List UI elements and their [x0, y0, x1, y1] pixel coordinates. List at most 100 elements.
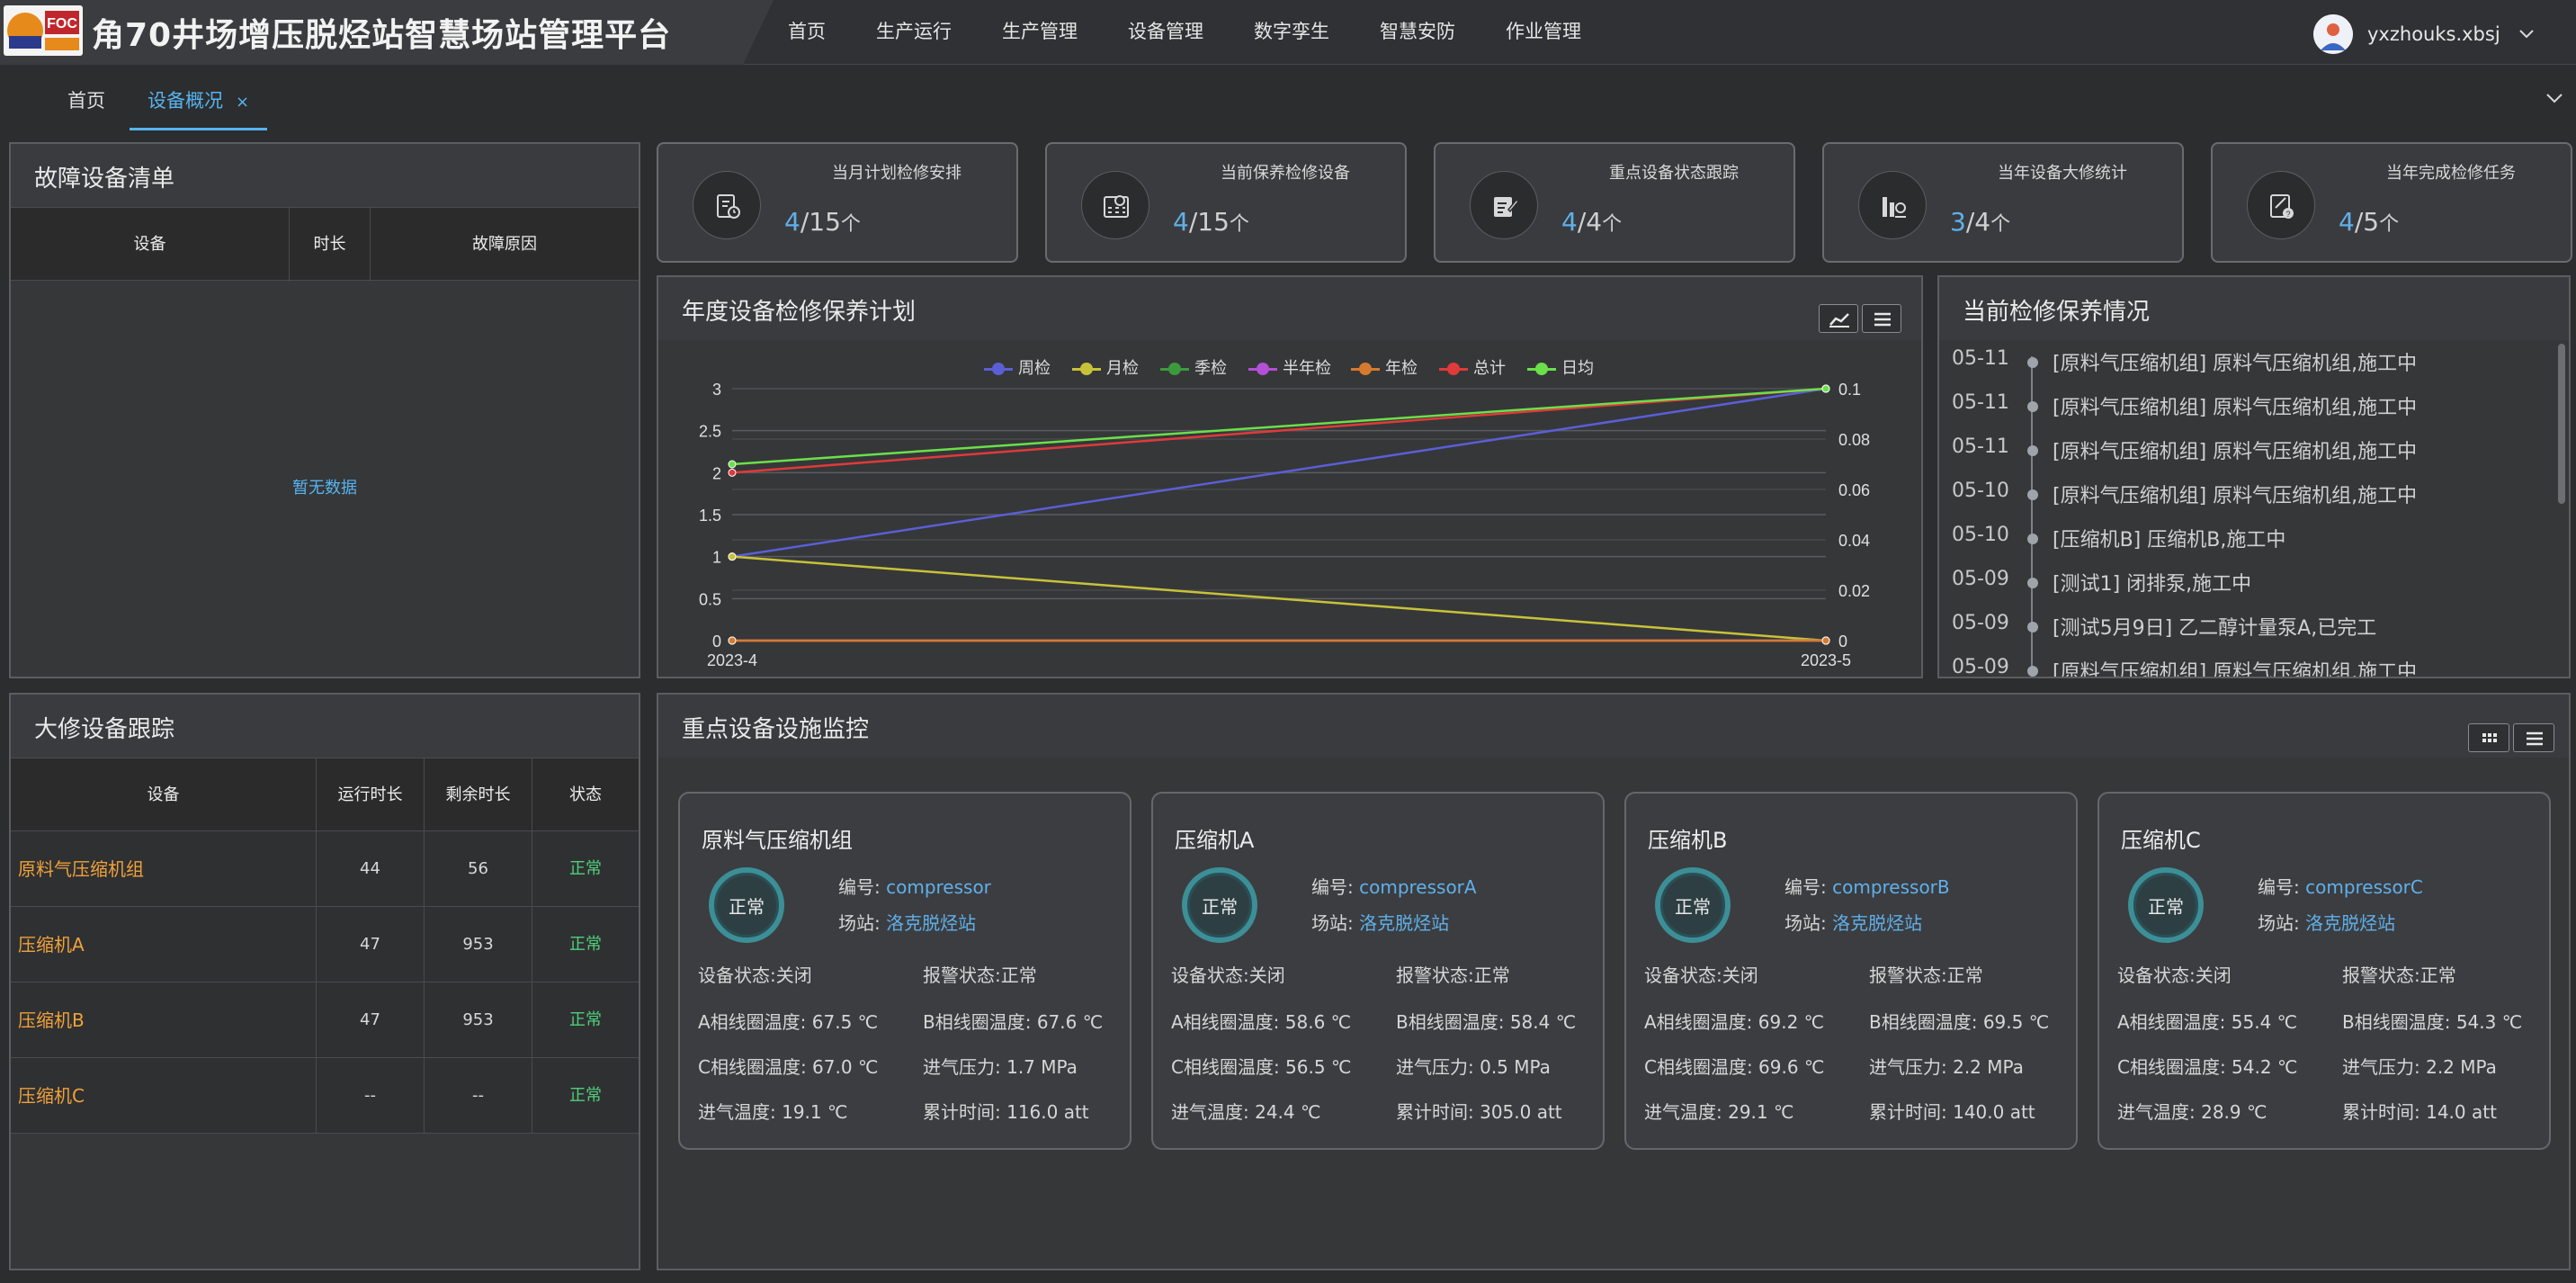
device-metric: 进气压力: 2.2 MPa: [1869, 1056, 2024, 1078]
table-row[interactable]: 压缩机B 47 953 正常: [11, 982, 639, 1058]
nav-smart-security[interactable]: 智慧安防: [1380, 0, 1455, 65]
column-header[interactable]: 状态: [532, 758, 639, 832]
device-site: 场站: 洛克脱烃站: [1311, 912, 1450, 934]
device-metric: A相线圈温度: 55.4 ℃: [2117, 1011, 2298, 1033]
panel-title: 大修设备跟踪: [34, 716, 175, 743]
device-metric: 报警状态:正常: [1396, 964, 1510, 986]
fault-equipment-panel: 故障设备清单 设备 时长 故障原因 暂无数据: [9, 142, 640, 678]
device-metric: 进气温度: 29.1 ℃: [1644, 1101, 1794, 1123]
close-icon[interactable]: ×: [236, 93, 249, 112]
stat-label: 当月计划检修安排: [832, 164, 962, 183]
stat-label: 当年完成检修任务: [2386, 164, 2516, 183]
device-name: 压缩机C: [2121, 828, 2201, 853]
y-tick-label-left: 0.5: [699, 590, 721, 608]
nav-production-ops[interactable]: 生产运行: [876, 0, 952, 65]
equipment-name[interactable]: 压缩机C: [11, 1058, 317, 1134]
column-header[interactable]: 故障原因: [371, 208, 639, 282]
stat-card-monthly-plan[interactable]: 当月计划检修安排 4/15个: [657, 142, 1018, 263]
device-metric: 累计时间: 14.0 att: [2342, 1101, 2497, 1123]
nav-equipment-mgmt[interactable]: 设备管理: [1128, 0, 1203, 65]
nav-operations[interactable]: 作业管理: [1506, 0, 1581, 65]
device-metric: 设备状态:关闭: [1644, 964, 1758, 986]
nav-home[interactable]: 首页: [788, 0, 826, 65]
device-card[interactable]: 压缩机B 正常 编号: compressorB 场站: 洛克脱烃站 设备状态:关闭 报警状…: [1624, 792, 2078, 1150]
device-metric: C相线圈温度: 69.6 ℃: [1644, 1056, 1825, 1078]
column-header[interactable]: 剩余时长: [425, 758, 532, 832]
avatar[interactable]: [2313, 14, 2353, 54]
device-metric: 累计时间: 305.0 att: [1396, 1101, 1562, 1123]
scrollbar-thumb[interactable]: [2558, 344, 2565, 504]
device-metric: 报警状态:正常: [1869, 964, 1983, 986]
nav-digital-twin[interactable]: 数字孪生: [1254, 0, 1329, 65]
table-row[interactable]: 压缩机A 47 953 正常: [11, 907, 639, 982]
timeline-date: 05-09: [1952, 568, 2009, 590]
annual-plan-chart-panel: 年度设备检修保养计划 周检 月检 季检 半年检 年检 总计 日均 0 0.5 1 1.5 2 2.5 3…: [657, 275, 1923, 678]
data-point: [728, 552, 737, 561]
chevron-down-icon[interactable]: [2518, 26, 2535, 43]
stat-card-key-equipment[interactable]: 重点设备状态跟踪 4/4个: [1434, 142, 1795, 263]
y-tick-label-right: 0.08: [1838, 431, 1870, 449]
equipment-name[interactable]: 原料气压缩机组: [11, 831, 317, 907]
top-header: FOC 角70井场增压脱烃站智慧场站管理平台 首页 生产运行 生产管理 设备管理…: [0, 0, 2576, 72]
device-card[interactable]: 压缩机A 正常 编号: compressorA 场站: 洛克脱烃站 设备状态:关闭 报警状…: [1151, 792, 1605, 1150]
y-tick-label-right: 0.1: [1838, 381, 1861, 399]
company-logo: FOC: [4, 5, 83, 56]
timeline-dot-icon: [2027, 666, 2038, 677]
timeline-date: 05-11: [1952, 347, 2009, 370]
timeline-dot-icon: [2027, 357, 2038, 368]
timeline-date: 05-09: [1952, 612, 2009, 634]
device-site: 场站: 洛克脱烃站: [2258, 912, 2396, 934]
device-metric: B相线圈温度: 67.6 ℃: [923, 1011, 1104, 1033]
table-header: 设备 时长 故障原因: [11, 207, 639, 282]
bar-stats-icon: [1858, 171, 1927, 239]
stat-card-annual-completed[interactable]: ? 当年完成检修任务 4/5个: [2211, 142, 2572, 263]
stat-value: 4/4个: [1561, 207, 1623, 237]
x-tick-label: 2023-5: [1801, 651, 1851, 669]
equipment-name[interactable]: 压缩机B: [11, 982, 317, 1058]
equipment-name[interactable]: 压缩机A: [11, 907, 317, 982]
column-header[interactable]: 设备: [11, 758, 317, 832]
device-metric: A相线圈温度: 58.6 ℃: [1171, 1011, 1352, 1033]
nav-production-mgmt[interactable]: 生产管理: [1002, 0, 1078, 65]
task-done-icon: ?: [2247, 171, 2315, 239]
column-header[interactable]: 设备: [11, 208, 290, 282]
device-code: 编号: compressorA: [1311, 876, 1477, 898]
panel-title: 重点设备设施监控: [682, 716, 870, 743]
device-metric: 进气温度: 24.4 ℃: [1171, 1101, 1321, 1123]
device-name: 压缩机A: [1175, 828, 1255, 853]
column-header[interactable]: 运行时长: [317, 758, 425, 832]
panel-title: 当前检修保养情况: [1963, 299, 2151, 326]
tab-label: 设备概况: [148, 90, 223, 112]
device-metric: 累计时间: 116.0 att: [923, 1101, 1089, 1123]
x-tick-label: 2023-4: [707, 651, 757, 669]
run-hours: 44: [317, 831, 425, 907]
table-row[interactable]: 压缩机C -- -- 正常: [11, 1058, 639, 1134]
list-view-button[interactable]: [2513, 723, 2554, 752]
device-metric: 设备状态:关闭: [2117, 964, 2232, 986]
remaining-hours: 953: [425, 907, 532, 982]
timeline-date: 05-11: [1952, 391, 2009, 414]
table-row[interactable]: 原料气压缩机组 44 56 正常: [11, 831, 639, 907]
device-metric: A相线圈温度: 69.2 ℃: [1644, 1011, 1825, 1033]
device-code: 编号: compressorC: [2258, 876, 2423, 898]
timeline-text: [原料气压缩机组] 原料气压缩机组,施工中: [2053, 441, 2418, 463]
y-tick-label-right: 0: [1838, 633, 1847, 650]
device-status: 正常: [1675, 896, 1711, 918]
tab-equipment-overview[interactable]: 设备概况 ×: [130, 86, 268, 130]
device-card[interactable]: 原料气压缩机组 正常 编号: compressor 场站: 洛克脱烃站 设备状态:关闭 报…: [678, 792, 1131, 1150]
stat-card-current-maintenance[interactable]: 当前保养检修设备 4/15个: [1045, 142, 1407, 263]
user-menu[interactable]: yxzhouks.xbsj: [2313, 14, 2535, 54]
chevron-down-icon[interactable]: [2545, 90, 2563, 107]
column-header[interactable]: 时长: [290, 208, 371, 282]
user-name[interactable]: yxzhouks.xbsj: [2367, 23, 2500, 45]
y-tick-label-right: 0.02: [1838, 582, 1870, 600]
status-badge: 正常: [569, 935, 602, 954]
device-card[interactable]: 压缩机C 正常 编号: compressorC 场站: 洛克脱烃站 设备状态:关闭 报警状…: [2097, 792, 2551, 1150]
grid-view-button[interactable]: [2468, 723, 2509, 752]
timeline-text: [原料气压缩机组] 原料气压缩机组,施工中: [2053, 485, 2418, 507]
y-tick-label-right: 0.06: [1838, 481, 1870, 499]
timeline-text: [测试5月9日] 乙二醇计量泵A,已完工: [2053, 617, 2377, 640]
tab-home[interactable]: 首页: [67, 86, 105, 113]
stat-card-annual-overhaul[interactable]: 当年设备大修统计 3/4个: [1822, 142, 2184, 263]
table-header: 设备 运行时长 剩余时长 状态: [11, 758, 639, 832]
